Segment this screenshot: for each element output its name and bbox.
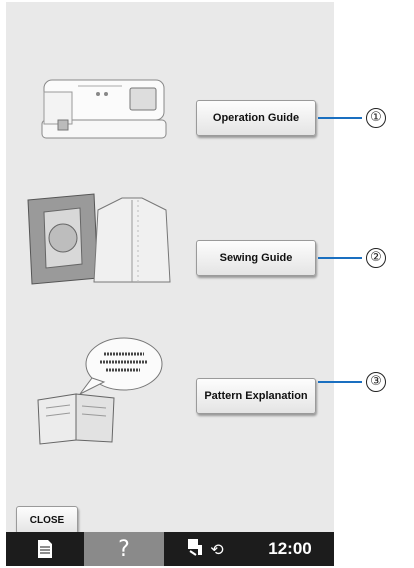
- document-icon[interactable]: [6, 532, 84, 566]
- pattern-explanation-label: Pattern Explanation: [204, 390, 308, 402]
- clock: 12:00: [268, 539, 312, 558]
- callout-line-3: [318, 381, 362, 383]
- close-button[interactable]: CLOSE: [16, 506, 78, 534]
- presser-foot-icon: [186, 537, 204, 562]
- sewing-machine-illustration: [38, 72, 168, 142]
- sewing-guide-label: Sewing Guide: [219, 252, 293, 264]
- sewing-guide-button[interactable]: Sewing Guide: [196, 240, 316, 276]
- quilt-and-shirt-illustration: [24, 190, 174, 290]
- book-with-speech-bubble-illustration: [36, 336, 166, 446]
- rotate-icon: ⟲: [210, 539, 224, 559]
- callout-number-2: ②: [366, 248, 386, 268]
- operation-guide-label: Operation Guide: [212, 112, 300, 124]
- presser-foot-rotate-group[interactable]: ⟲: [164, 532, 246, 566]
- callout-line-1: [318, 117, 362, 119]
- callout-line-2: [318, 257, 362, 259]
- screen: Operation Guide Sewing Guide Pattern Exp…: [6, 2, 334, 566]
- operation-guide-button[interactable]: Operation Guide: [196, 100, 316, 136]
- close-label: CLOSE: [29, 514, 65, 526]
- help-icon[interactable]: ?: [84, 532, 164, 566]
- pattern-explanation-button[interactable]: Pattern Explanation: [196, 378, 316, 414]
- callout-number-1: ①: [366, 108, 386, 128]
- callout-number-3: ③: [366, 372, 386, 392]
- status-bar: ? ⟲ 12:00: [6, 532, 334, 566]
